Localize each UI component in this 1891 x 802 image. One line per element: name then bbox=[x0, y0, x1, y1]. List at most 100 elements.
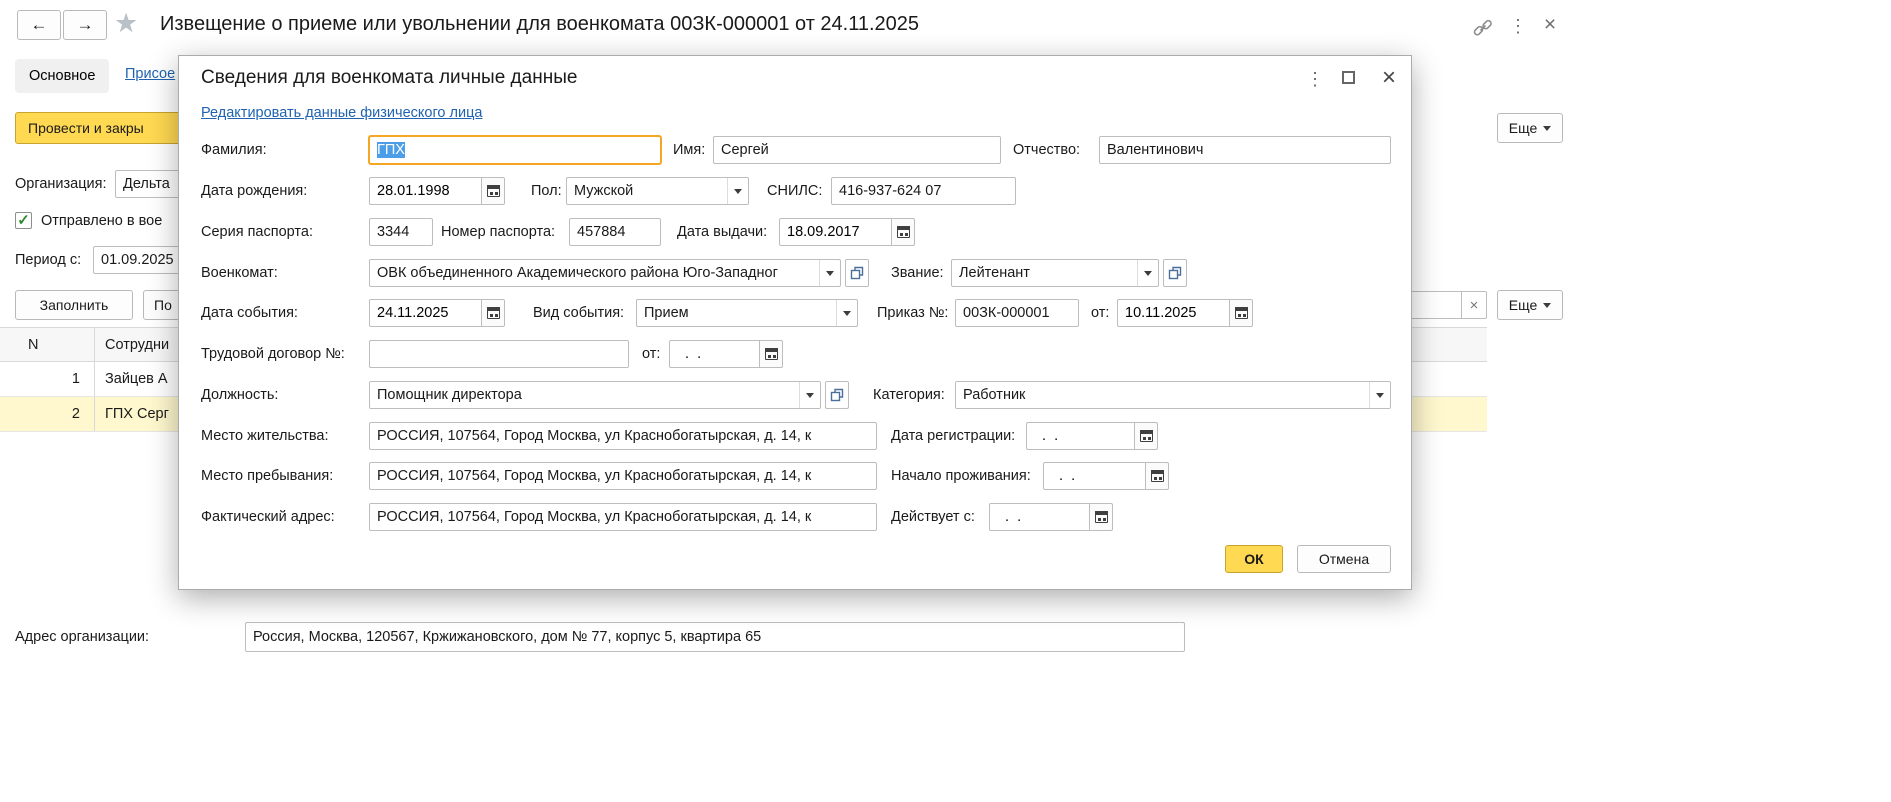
chevron-down-icon bbox=[1543, 303, 1551, 308]
passport-series-input[interactable]: 3344 bbox=[369, 218, 433, 246]
registration-date-input[interactable]: . . bbox=[1026, 422, 1135, 450]
passport-number-label: Номер паспорта: bbox=[441, 218, 555, 246]
calendar-button[interactable] bbox=[481, 177, 505, 205]
cancel-button[interactable]: Отмена bbox=[1297, 545, 1391, 573]
chevron-down-icon[interactable] bbox=[836, 300, 857, 326]
snils-input[interactable]: 416-937-624 07 bbox=[831, 177, 1016, 205]
order-date-group: 10.11.2025 bbox=[1117, 299, 1253, 327]
tab-attached-files[interactable]: Присое bbox=[125, 66, 175, 82]
commissariat-combo[interactable]: ОВК объединенного Академического района … bbox=[369, 259, 841, 287]
order-date-input[interactable]: 10.11.2025 bbox=[1117, 299, 1230, 327]
calendar-button[interactable] bbox=[1229, 299, 1253, 327]
chevron-down-icon[interactable] bbox=[1137, 260, 1158, 286]
order-number-label: Приказ №: bbox=[877, 299, 948, 327]
birthdate-group: 28.01.1998 bbox=[369, 177, 505, 205]
chevron-down-icon[interactable] bbox=[799, 382, 820, 408]
calendar-icon bbox=[1235, 307, 1248, 319]
order-from-label: от: bbox=[1091, 299, 1109, 327]
sent-to-commissariat-label: Отправлено в вое bbox=[41, 207, 162, 235]
contract-number-input[interactable] bbox=[369, 340, 629, 368]
more-label: Еще bbox=[1509, 297, 1538, 313]
event-type-value: Прием bbox=[637, 300, 836, 326]
snils-label: СНИЛС: bbox=[767, 177, 822, 205]
category-combo[interactable]: Работник bbox=[955, 381, 1391, 409]
arrow-left-icon: ← bbox=[31, 15, 48, 34]
calendar-button[interactable] bbox=[891, 218, 915, 246]
registration-date-label: Дата регистрации: bbox=[891, 422, 1015, 450]
event-type-combo[interactable]: Прием bbox=[636, 299, 858, 327]
calendar-icon bbox=[765, 348, 778, 360]
get-link-icon[interactable] bbox=[1472, 17, 1494, 39]
position-combo[interactable]: Помощник директора bbox=[369, 381, 821, 409]
checkmark-icon: ✓ bbox=[17, 213, 30, 228]
gender-combo[interactable]: Мужской bbox=[566, 177, 749, 205]
more-button-top[interactable]: Еще bbox=[1497, 113, 1563, 143]
residence-address-input[interactable]: РОССИЯ, 107564, Город Москва, ул Красноб… bbox=[369, 422, 877, 450]
stay-start-date-input[interactable]: . . bbox=[1043, 462, 1146, 490]
screen: ← → ★ Извещение о приеме или увольнении … bbox=[0, 0, 1891, 802]
valid-from-date-input[interactable]: . . bbox=[989, 503, 1090, 531]
birthdate-input[interactable]: 28.01.1998 bbox=[369, 177, 482, 205]
actual-address-label: Фактический адрес: bbox=[201, 503, 335, 531]
issue-date-input[interactable]: 18.09.2017 bbox=[779, 218, 892, 246]
dialog-menu-kebab-icon[interactable]: ⋮ bbox=[1304, 65, 1326, 93]
dialog-maximize-icon[interactable] bbox=[1342, 71, 1355, 84]
stay-address-label: Место пребывания: bbox=[201, 462, 333, 490]
calendar-button[interactable] bbox=[1134, 422, 1158, 450]
triangle bbox=[826, 271, 834, 276]
open-position-button[interactable] bbox=[825, 381, 849, 409]
calendar-button[interactable] bbox=[759, 340, 783, 368]
edit-person-data-link[interactable]: Редактировать данные физического лица bbox=[201, 105, 482, 121]
calendar-button[interactable] bbox=[481, 299, 505, 327]
back-button[interactable]: ← bbox=[17, 10, 61, 40]
lastname-label: Фамилия: bbox=[201, 136, 267, 164]
category-value: Работник bbox=[956, 382, 1369, 408]
sent-to-commissariat-checkbox[interactable]: ✓ bbox=[15, 212, 32, 229]
ok-button[interactable]: ОК bbox=[1225, 545, 1283, 573]
tab-main[interactable]: Основное bbox=[15, 59, 109, 93]
chevron-down-icon[interactable] bbox=[1369, 382, 1390, 408]
window-menu-kebab-icon[interactable]: ⋮ bbox=[1508, 13, 1528, 39]
actual-address-input[interactable]: РОССИЯ, 107564, Город Москва, ул Красноб… bbox=[369, 503, 877, 531]
contract-date-input[interactable]: . . bbox=[669, 340, 760, 368]
chevron-down-icon[interactable] bbox=[819, 260, 840, 286]
calendar-icon bbox=[1140, 430, 1153, 442]
firstname-input[interactable]: Сергей bbox=[713, 136, 1001, 164]
forward-button[interactable]: → bbox=[63, 10, 107, 40]
search-clear-icon[interactable]: × bbox=[1461, 291, 1487, 319]
contract-date-group: . . bbox=[669, 340, 783, 368]
stay-address-input[interactable]: РОССИЯ, 107564, Город Москва, ул Красноб… bbox=[369, 462, 877, 490]
window-close-icon[interactable]: × bbox=[1538, 10, 1562, 40]
open-rank-button[interactable] bbox=[1163, 259, 1187, 287]
calendar-icon bbox=[897, 226, 910, 238]
middlename-input[interactable]: Валентинович bbox=[1099, 136, 1391, 164]
order-number-input[interactable]: 00ЗК-000001 bbox=[955, 299, 1079, 327]
dialog-close-icon[interactable]: × bbox=[1375, 62, 1403, 94]
event-date-input[interactable]: 24.11.2025 bbox=[369, 299, 482, 327]
calendar-button[interactable] bbox=[1145, 462, 1169, 490]
row-number: 1 bbox=[0, 362, 95, 396]
contract-number-label: Трудовой договор №: bbox=[201, 340, 345, 368]
chevron-down-icon[interactable] bbox=[727, 178, 748, 204]
more-button-list[interactable]: Еще bbox=[1497, 290, 1563, 320]
triangle bbox=[806, 393, 814, 398]
event-type-label: Вид события: bbox=[533, 299, 624, 327]
triangle bbox=[1376, 393, 1384, 398]
org-address-input[interactable]: Россия, Москва, 120567, Кржижановского, … bbox=[245, 622, 1185, 652]
calendar-icon bbox=[1095, 511, 1108, 523]
stay-start-label: Начало проживания: bbox=[891, 462, 1031, 490]
favorite-star-icon[interactable]: ★ bbox=[114, 8, 138, 39]
position-value: Помощник директора bbox=[370, 382, 799, 408]
fill-button[interactable]: Заполнить bbox=[15, 290, 133, 320]
lastname-input[interactable]: ГПХ bbox=[369, 136, 661, 164]
passport-series-label: Серия паспорта: bbox=[201, 218, 313, 246]
commissariat-value: ОВК объединенного Академического района … bbox=[370, 260, 819, 286]
open-commissariat-button[interactable] bbox=[845, 259, 869, 287]
rank-combo[interactable]: Лейтенант bbox=[951, 259, 1159, 287]
middlename-label: Отчество: bbox=[1013, 136, 1080, 164]
position-label: Должность: bbox=[201, 381, 278, 409]
calendar-button[interactable] bbox=[1089, 503, 1113, 531]
passport-number-input[interactable]: 457884 bbox=[569, 218, 661, 246]
triangle bbox=[843, 311, 851, 316]
column-header-n[interactable]: N bbox=[0, 328, 95, 361]
